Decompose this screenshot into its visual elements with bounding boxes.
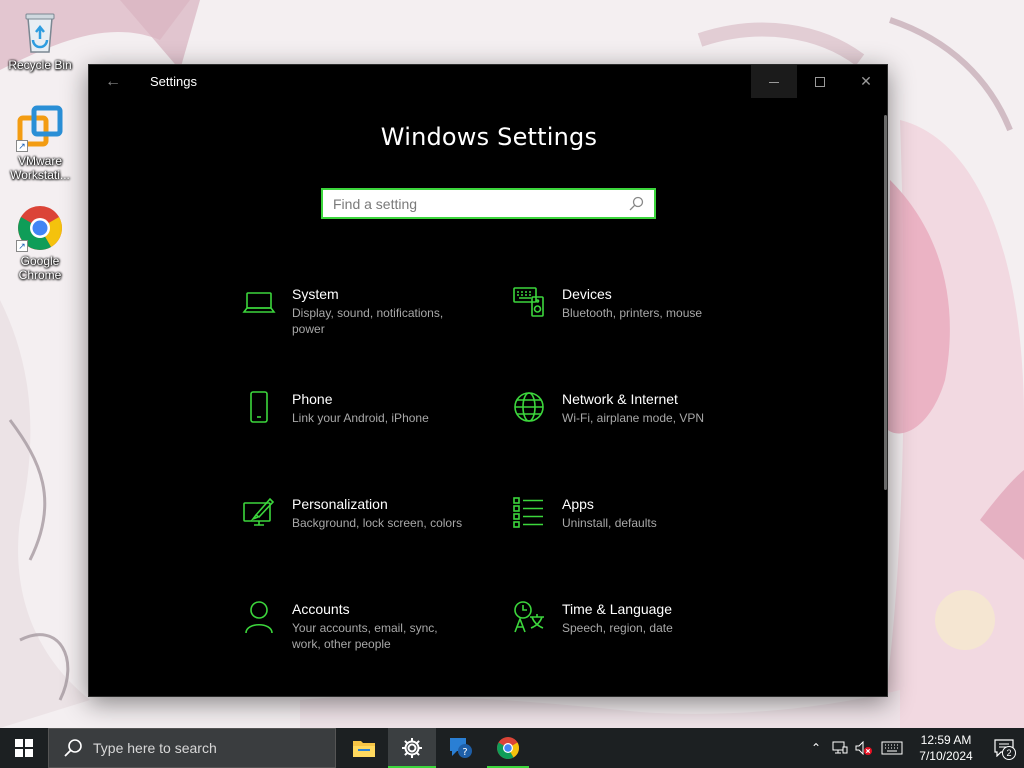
desktop-icon-recycle-bin[interactable]: Recycle Bin	[4, 8, 76, 72]
category-apps[interactable]: Apps Uninstall, defaults	[512, 495, 752, 565]
title-bar[interactable]: ← Settings ✕	[89, 65, 887, 99]
category-subtitle: Link your Android, iPhone	[292, 411, 429, 425]
laptop-icon	[242, 285, 276, 319]
back-button[interactable]: ←	[99, 71, 127, 93]
recycle-bin-icon	[16, 8, 64, 56]
windows-logo-icon	[15, 739, 33, 757]
shortcut-arrow-icon: ↗	[16, 140, 28, 152]
desktop-icon-label: VMware Workstati...	[10, 154, 70, 182]
category-subtitle: Speech, region, date	[562, 621, 673, 635]
category-phone[interactable]: Phone Link your Android, iPhone	[242, 390, 482, 460]
touch-keyboard-button[interactable]	[876, 728, 908, 768]
category-subtitle: Uninstall, defaults	[562, 516, 657, 530]
chevron-up-icon: ⌃	[810, 741, 822, 755]
keyboard-icon	[881, 741, 903, 755]
desktop-icon-label: Google Chrome	[18, 254, 62, 282]
notification-count-badge: 2	[1002, 746, 1016, 760]
desktop-icon-chrome[interactable]: ↗ Google Chrome	[4, 204, 76, 282]
category-subtitle: Your accounts, email, sync, work, other …	[292, 621, 438, 651]
start-button[interactable]	[0, 728, 48, 768]
category-subtitle: Display, sound, notifications, power	[292, 306, 444, 336]
minimize-icon	[769, 81, 779, 83]
volume-muted-icon	[855, 741, 872, 755]
svg-text:?: ?	[462, 747, 467, 758]
person-icon	[242, 600, 276, 634]
keyboard-speaker-icon	[512, 285, 546, 319]
search-icon	[624, 192, 648, 216]
category-title: Time & Language	[562, 601, 672, 617]
system-tray: ⌃ 12:59 AM 7/10/2024 2	[804, 728, 1024, 768]
taskbar-app-tips[interactable]: ?	[436, 728, 484, 768]
volume-tray-button[interactable]	[852, 728, 876, 768]
category-personalization[interactable]: Personalization Background, lock screen,…	[242, 495, 482, 565]
clock-time: 12:59 AM	[920, 733, 972, 747]
taskbar-search-box[interactable]: Type here to search	[48, 728, 336, 768]
phone-icon	[242, 390, 276, 424]
category-title: Network & Internet	[562, 391, 678, 407]
clock-date: 7/10/2024	[919, 749, 973, 763]
window-title: Settings	[150, 74, 197, 89]
shortcut-arrow-icon: ↗	[16, 240, 28, 252]
maximize-icon	[815, 77, 825, 88]
chrome-icon	[497, 737, 519, 759]
category-accounts[interactable]: Accounts Your accounts, email, sync, wor…	[242, 600, 482, 670]
maximize-button[interactable]	[797, 65, 843, 98]
desktop-icon-vmware[interactable]: ↗ VMware Workstati...	[4, 104, 76, 182]
category-devices[interactable]: Devices Bluetooth, printers, mouse	[512, 285, 752, 355]
page-title: Windows Settings	[380, 123, 598, 151]
gear-icon	[402, 738, 422, 758]
category-subtitle: Bluetooth, printers, mouse	[562, 306, 703, 320]
tips-icon: ?	[450, 738, 472, 758]
scrollbar[interactable]	[884, 115, 887, 490]
taskbar-clock[interactable]: 12:59 AM 7/10/2024	[908, 728, 984, 768]
category-time-language[interactable]: Time & Language Speech, region, date	[512, 600, 752, 670]
close-icon: ✕	[860, 73, 872, 89]
category-subtitle: Wi-Fi, airplane mode, VPN	[562, 411, 705, 425]
network-icon	[832, 741, 848, 754]
globe-icon	[512, 390, 546, 424]
taskbar: Type here to search ? ⌃ 12:59 AM 7/10/20…	[0, 728, 1024, 768]
desktop-icon-label: Recycle Bin	[8, 58, 72, 72]
category-title: Accounts	[292, 601, 350, 617]
chrome-icon: ↗	[16, 204, 64, 252]
back-arrow-icon: ←	[105, 73, 121, 90]
vmware-icon: ↗	[16, 104, 64, 152]
folder-icon	[353, 741, 375, 757]
taskbar-search-placeholder: Type here to search	[93, 740, 217, 756]
category-title: Apps	[562, 496, 594, 512]
search-input[interactable]	[323, 190, 624, 217]
category-title: Personalization	[292, 496, 388, 512]
category-title: System	[292, 286, 339, 302]
network-tray-button[interactable]	[828, 728, 852, 768]
taskbar-app-chrome[interactable]	[484, 728, 532, 768]
minimize-button[interactable]	[751, 65, 797, 98]
category-title: Phone	[292, 391, 333, 407]
show-hidden-icons-button[interactable]: ⌃	[804, 728, 828, 768]
settings-search-box[interactable]	[321, 188, 656, 219]
search-icon	[64, 739, 82, 757]
category-subtitle: Background, lock screen, colors	[292, 516, 463, 530]
apps-list-icon	[512, 495, 546, 529]
taskbar-app-file-explorer[interactable]	[340, 728, 388, 768]
time-language-icon	[512, 600, 546, 634]
category-system[interactable]: System Display, sound, notifications, po…	[242, 285, 482, 355]
action-center-button[interactable]: 2	[984, 728, 1024, 768]
close-button[interactable]: ✕	[843, 65, 889, 98]
paint-monitor-icon	[242, 495, 276, 529]
taskbar-app-settings[interactable]	[388, 728, 436, 768]
category-network-internet[interactable]: Network & Internet Wi-Fi, airplane mode,…	[512, 390, 752, 460]
category-title: Devices	[562, 286, 612, 302]
settings-window: ← Settings ✕ Windows Settings System	[88, 64, 888, 697]
